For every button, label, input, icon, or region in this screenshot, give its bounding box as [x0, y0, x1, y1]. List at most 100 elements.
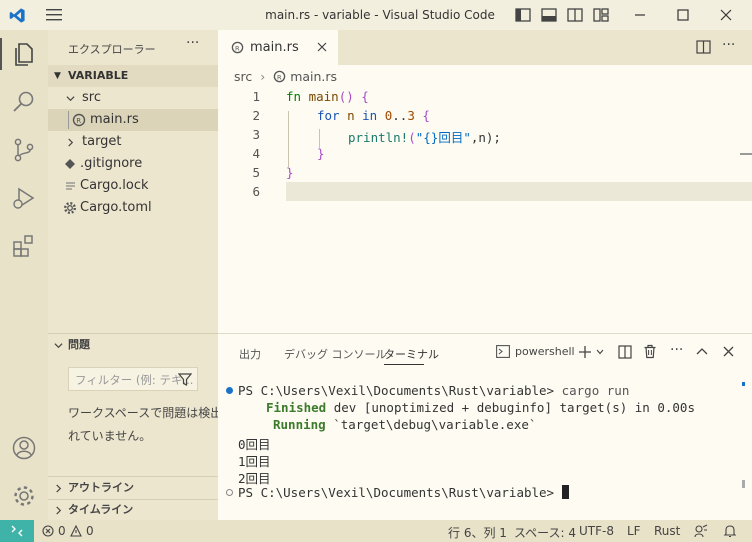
- tab-main-rs[interactable]: R main.rs: [218, 30, 338, 65]
- menu-icon[interactable]: [46, 9, 62, 21]
- svg-text:R: R: [76, 117, 81, 125]
- panel-more-actions-button[interactable]: ···: [670, 342, 683, 358]
- close-icon[interactable]: [717, 6, 735, 24]
- explorer-sidebar: エクスプローラー ··· ▼ VARIABLE src R main.rs ta…: [48, 30, 218, 520]
- line-number: 6: [252, 184, 260, 199]
- overview-ruler-marker: [740, 153, 752, 155]
- terminal-line: Running `target\debug\variable.exe`: [273, 417, 537, 432]
- line-number: 3: [252, 127, 260, 142]
- terminal-line: Finished dev [unoptimized + debuginfo] t…: [266, 400, 695, 415]
- code-line-1: fn main() {: [286, 89, 369, 104]
- tab-output[interactable]: 出力: [239, 346, 261, 362]
- extensions-icon[interactable]: [10, 232, 38, 260]
- account-icon[interactable]: [10, 434, 38, 462]
- tab-debug-console[interactable]: デバッグ コンソール: [284, 346, 387, 362]
- timeline-section-header[interactable]: タイムライン: [48, 499, 218, 521]
- tree-file-cargo-lock[interactable]: Cargo.lock: [48, 175, 218, 197]
- code-line-5: }: [286, 165, 294, 180]
- title-bar: main.rs - variable - Visual Studio Code: [0, 0, 752, 30]
- line-number: 1: [252, 89, 260, 104]
- outline-section-header[interactable]: アウトライン: [48, 477, 218, 499]
- activity-bar: [0, 30, 48, 520]
- terminal-line: PS C:\Users\Vexil\Documents\Rust\variabl…: [238, 383, 630, 398]
- end-of-line[interactable]: LF: [627, 524, 641, 538]
- filter-icon[interactable]: [178, 373, 192, 386]
- current-line-highlight: [286, 182, 752, 201]
- toggle-primary-sidebar-icon[interactable]: [514, 6, 532, 24]
- terminal-line: PS C:\Users\Vexil\Documents\Rust\variabl…: [238, 485, 569, 500]
- close-tab-icon[interactable]: [317, 42, 327, 52]
- scrollbar-marker: [742, 480, 745, 488]
- bottom-panel: 出力 デバッグ コンソール ターミナル powershell ··· PS C:…: [218, 333, 752, 520]
- breadcrumb-folder[interactable]: src: [234, 69, 252, 84]
- svg-text:R: R: [277, 73, 282, 81]
- trash-icon[interactable]: [643, 344, 657, 359]
- terminal-output[interactable]: PS C:\Users\Vexil\Documents\Rust\variabl…: [218, 378, 752, 518]
- cursor-position[interactable]: 行 6、列 1: [448, 524, 507, 541]
- explorer-header: エクスプローラー: [68, 43, 156, 56]
- feedback-icon[interactable]: [694, 524, 708, 538]
- indent-guide: [288, 111, 289, 167]
- error-icon: [42, 525, 54, 537]
- editor-more-actions-button[interactable]: ···: [722, 37, 735, 53]
- tree-file-gitignore[interactable]: .gitignore: [48, 153, 218, 175]
- active-tab-underline: [384, 364, 424, 365]
- scrollbar-marker: [742, 382, 745, 386]
- language-mode[interactable]: Rust: [654, 524, 680, 538]
- chevron-down-icon[interactable]: [596, 349, 604, 355]
- split-terminal-icon[interactable]: [618, 345, 632, 359]
- close-panel-icon[interactable]: [723, 346, 734, 357]
- line-number: 4: [252, 146, 260, 161]
- split-editor-icon[interactable]: [696, 40, 711, 54]
- remote-indicator[interactable]: [0, 520, 34, 542]
- code-line-2: for n in 0..3 {: [317, 108, 430, 123]
- code-line-3: println!("{}回目",n);: [348, 130, 501, 145]
- git-file-icon: [65, 159, 75, 169]
- chevron-right-icon: [56, 484, 62, 493]
- search-icon[interactable]: [10, 88, 38, 116]
- code-editor[interactable]: src › R main.rs 1 2 3 4 5 6 fn main() { …: [218, 65, 752, 333]
- command-pending-marker: [226, 489, 233, 496]
- rust-file-icon: R: [72, 113, 86, 127]
- source-control-icon[interactable]: [10, 136, 38, 164]
- tree-folder-src[interactable]: src: [48, 87, 218, 109]
- active-indicator: [0, 38, 2, 70]
- problems-section-header[interactable]: 問題: [48, 334, 218, 356]
- terminal-cursor: [561, 485, 569, 499]
- window-title: main.rs - variable - Visual Studio Code: [265, 8, 495, 22]
- toggle-secondary-sidebar-icon[interactable]: [566, 6, 584, 24]
- tree-file-main-rs[interactable]: R main.rs: [48, 109, 218, 131]
- explorer-more-button[interactable]: ···: [186, 35, 199, 51]
- settings-gear-icon[interactable]: [10, 482, 38, 510]
- indentation[interactable]: スペース: 4: [514, 524, 576, 541]
- encoding[interactable]: UTF-8: [579, 524, 614, 538]
- tree-folder-target[interactable]: target: [48, 131, 218, 153]
- line-number: 5: [252, 165, 260, 180]
- explorer-icon[interactable]: [10, 40, 38, 68]
- workspace-root[interactable]: ▼ VARIABLE: [48, 65, 218, 87]
- new-terminal-icon[interactable]: [578, 345, 592, 359]
- gear-file-icon: [63, 201, 77, 215]
- customize-layout-icon[interactable]: [592, 6, 610, 24]
- svg-text:R: R: [235, 44, 240, 52]
- run-debug-icon[interactable]: [10, 184, 38, 212]
- problems-filter-input[interactable]: フィルター (例: テキ...: [68, 367, 198, 391]
- minimize-icon[interactable]: [631, 6, 649, 24]
- problems-empty-message: ワークスペースで問題は検出さ れていません。: [68, 406, 218, 443]
- tree-file-cargo-toml[interactable]: Cargo.toml: [48, 197, 218, 219]
- breadcrumb-file[interactable]: main.rs: [290, 69, 337, 84]
- terminal-icon: [496, 345, 510, 358]
- tab-terminal[interactable]: ターミナル: [384, 346, 439, 362]
- warning-icon: [70, 525, 82, 537]
- remote-icon: [11, 525, 23, 537]
- notifications-bell-icon[interactable]: [723, 524, 737, 538]
- code-line-4: }: [317, 146, 325, 161]
- breadcrumb: src › R main.rs: [234, 69, 337, 84]
- toggle-panel-icon[interactable]: [540, 6, 558, 24]
- chevron-right-icon: [68, 138, 74, 147]
- maximize-icon[interactable]: [674, 6, 692, 24]
- maximize-panel-icon[interactable]: [696, 347, 708, 356]
- chevron-down-icon: [54, 343, 63, 349]
- chevron-down-icon: [66, 96, 75, 102]
- chevron-right-icon: [56, 506, 62, 515]
